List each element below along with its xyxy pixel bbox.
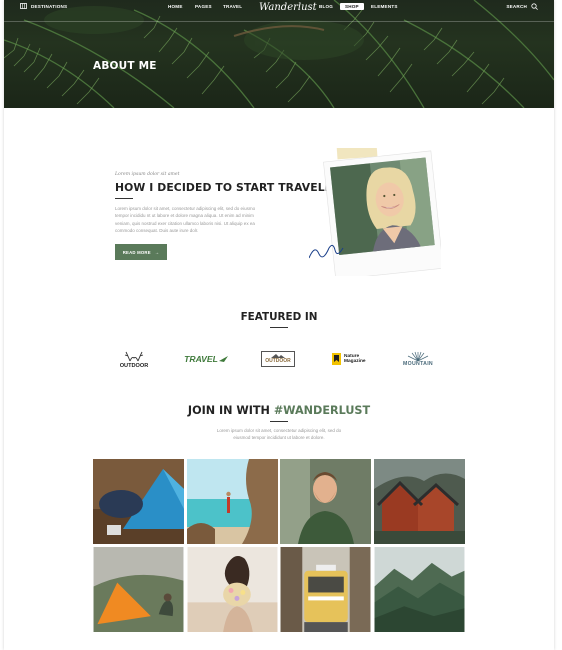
featured-heading: FEATURED IN — [240, 311, 318, 323]
nav-item-shop[interactable]: SHOP — [340, 3, 364, 10]
sunburst-icon — [407, 351, 429, 361]
join-heading: JOIN IN WITH #WANDERLUST — [4, 404, 554, 417]
join-hashtag[interactable]: #WANDERLUST — [274, 404, 370, 417]
join-divider — [270, 421, 288, 422]
gallery-tile-orange-tent[interactable] — [93, 547, 184, 632]
gallery-tile-mountains[interactable] — [374, 547, 465, 632]
about-line: tempor incididu nt ut labore et dolore m… — [115, 213, 254, 219]
nav-item-pages[interactable]: PAGES — [195, 4, 212, 9]
logo-text: OUTDOOR — [265, 358, 291, 364]
logo-travel[interactable]: TRAVEL — [182, 345, 230, 373]
featured-logos: OUTDOOR TRAVEL OUTDOOR Nature Magazine M… — [4, 345, 554, 373]
nav-item-travel[interactable]: TRAVEL — [223, 4, 242, 9]
logo-nature-magazine[interactable]: Nature Magazine — [330, 345, 376, 373]
logo-mountain[interactable]: MOUNTAIN — [398, 345, 438, 373]
arrow-right-icon: → — [154, 249, 160, 255]
heading-divider — [115, 198, 133, 199]
join-line: eiusmod tempor incididunt ut labore et d… — [233, 435, 325, 441]
read-more-button[interactable]: READ MORE → — [115, 244, 167, 260]
about-kicker: Lorem ipsum dolor sit amet — [115, 172, 180, 177]
nav-item-home[interactable]: HOME — [168, 4, 183, 9]
gallery-tile-cabins[interactable] — [373, 459, 465, 544]
search-label: SEARCH — [506, 4, 527, 9]
logo-outdoor-1[interactable]: OUTDOOR — [112, 345, 156, 373]
logo-outdoor-2[interactable]: OUTDOOR — [259, 345, 297, 373]
hero-banner: DESTINATIONS HOME PAGES TRAVEL BLOG SHOP… — [4, 0, 554, 108]
about-paragraph: Lorem ipsum dolor sit amet, consectetur … — [115, 205, 287, 235]
site-logo[interactable]: Wanderlust — [259, 2, 317, 13]
nav-item-blog[interactable]: BLOG — [319, 4, 333, 9]
about-line: Lorem ipsum dolor sit amet, consectetur … — [115, 206, 256, 211]
bookmark-icon — [332, 353, 341, 365]
join-paragraph: Lorem ipsum dolor sit amet, consectetur … — [4, 427, 554, 441]
about-line: commodo consequat. Duis aute irure dolr. — [115, 228, 199, 234]
instagram-gallery — [93, 459, 465, 633]
featured-divider — [270, 327, 288, 328]
logo-text: TRAVEL — [184, 354, 218, 364]
search-icon — [531, 3, 538, 10]
gallery-tile-tent-camp[interactable] — [93, 459, 184, 544]
antlers-icon — [124, 351, 144, 361]
plane-icon — [218, 356, 228, 362]
top-navigation: DESTINATIONS HOME PAGES TRAVEL BLOG SHOP… — [4, 0, 554, 22]
nav-item-elements[interactable]: ELEMENTS — [371, 4, 398, 9]
gallery-tile-beach-cliff[interactable] — [186, 459, 278, 544]
logo-text: OUTDOOR — [119, 362, 149, 369]
gallery-tile-tram-street[interactable] — [280, 547, 371, 632]
about-line: veniam, quis nostrud exer citation ullam… — [115, 220, 255, 226]
gallery-tile-bearded-man[interactable] — [280, 459, 371, 544]
logo-text: Nature Magazine — [344, 353, 366, 364]
read-more-label: READ MORE — [122, 249, 151, 255]
logo-text: MOUNTAIN — [403, 361, 433, 367]
polaroid-photo — [309, 148, 441, 276]
search-toggle[interactable]: SEARCH — [506, 3, 538, 10]
page: DESTINATIONS HOME PAGES TRAVEL BLOG SHOP… — [4, 0, 554, 650]
page-title: ABOUT ME — [93, 60, 157, 72]
gallery-tile-flowers-girl[interactable] — [187, 547, 278, 632]
join-title-text: JOIN IN WITH — [187, 404, 274, 417]
join-line: Lorem ipsum dolor sit amet, consectetur … — [216, 428, 342, 433]
